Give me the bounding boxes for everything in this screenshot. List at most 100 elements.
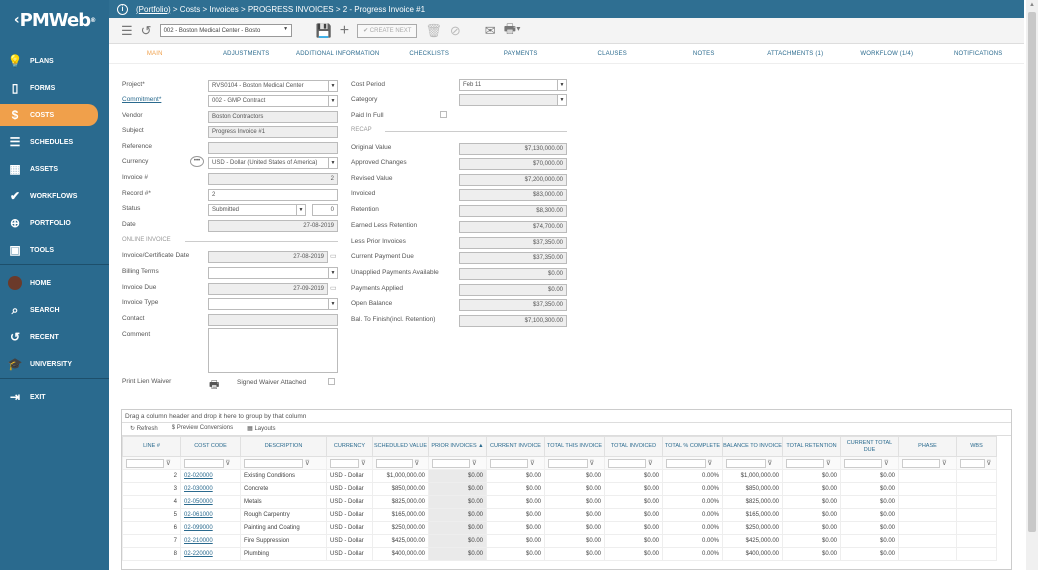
current-payment-due-field[interactable]: $37,350.00 [459, 252, 567, 264]
comment-textarea[interactable] [208, 328, 338, 373]
scroll-up-icon[interactable]: ▲ [1029, 2, 1035, 8]
filter-input[interactable] [902, 458, 941, 468]
column-header[interactable]: PRIOR INVOICES ▲ [428, 436, 487, 457]
filter-icon[interactable]: ⊽ [766, 459, 774, 467]
sidebar-item-recent[interactable]: ↺ RECENT [0, 326, 109, 348]
list-icon[interactable]: ☰ [121, 23, 133, 39]
sidebar-item-search[interactable]: ⌕ SEARCH [0, 299, 109, 321]
contact-field[interactable] [208, 314, 338, 326]
sidebar-item-forms[interactable]: ▯ FORMS [0, 77, 109, 99]
subject-field[interactable]: Progress Invoice #1 [208, 126, 338, 138]
table-cell[interactable]: 02-210000 [180, 534, 241, 548]
tab-notifications[interactable]: NOTIFICATIONS [933, 51, 1025, 57]
refresh-button[interactable]: ↻ Refresh [130, 425, 158, 433]
filter-icon[interactable]: ⊽ [470, 459, 478, 467]
signed-waiver-checkbox[interactable] [328, 378, 335, 385]
history-icon[interactable]: ↺ [141, 23, 152, 39]
column-header[interactable]: WBS [956, 436, 997, 457]
filter-input[interactable] [548, 458, 588, 468]
table-cell[interactable]: 02-099000 [180, 521, 241, 535]
info-icon[interactable]: i [117, 3, 128, 15]
column-header[interactable]: TOTAL % COMPLETE [662, 436, 723, 457]
paid-in-full-checkbox[interactable] [440, 111, 447, 118]
filter-input[interactable] [432, 458, 471, 468]
filter-icon[interactable]: ⊽ [413, 459, 421, 467]
payments-applied-field[interactable]: $0.00 [459, 284, 567, 296]
original-value-field[interactable]: $7,130,000.00 [459, 143, 567, 155]
tab-checklists[interactable]: CHECKLISTS [384, 51, 476, 57]
unapplied-payments-field[interactable]: $0.00 [459, 268, 567, 280]
filter-input[interactable] [330, 458, 360, 468]
email-icon[interactable]: ✉ [485, 23, 496, 39]
sidebar-item-plans[interactable]: 💡 PLANS [0, 50, 109, 72]
filter-input[interactable] [244, 458, 304, 468]
sidebar-item-home[interactable]: HOME [0, 272, 109, 294]
tab-attachments-1[interactable]: ATTACHMENTS (1) [750, 51, 842, 57]
revised-value-field[interactable]: $7,200,000.00 [459, 174, 567, 186]
tab-additional-information[interactable]: ADDITIONAL INFORMATION [292, 51, 384, 57]
filter-icon[interactable]: ⊽ [940, 459, 948, 467]
tab-main[interactable]: MAIN [109, 51, 201, 57]
tab-notes[interactable]: NOTES [658, 51, 750, 57]
reference-field[interactable] [208, 142, 338, 154]
filter-input[interactable] [666, 458, 706, 468]
filter-icon[interactable]: ⊽ [882, 459, 890, 467]
tab-payments[interactable]: PAYMENTS [475, 51, 567, 57]
balance-to-finish-field[interactable]: $7,100,300.00 [459, 315, 567, 327]
filter-input[interactable] [844, 458, 883, 468]
preview-conversions-button[interactable]: $ Preview Conversions [172, 425, 233, 433]
filter-input[interactable] [376, 458, 413, 468]
filter-icon[interactable]: ⊽ [528, 459, 536, 467]
earned-less-retention-field[interactable]: $74,700.00 [459, 221, 567, 233]
filter-icon[interactable]: ⊽ [588, 459, 596, 467]
create-next-button[interactable]: ✔ CREATE NEXT [357, 23, 418, 38]
table-cell[interactable]: 02-020000 [180, 469, 241, 483]
sidebar-item-university[interactable]: 🎓 UNIVERSITY [0, 353, 109, 375]
page-scrollbar[interactable]: ▲ [1026, 0, 1038, 570]
filter-input[interactable] [960, 458, 985, 468]
approved-changes-field[interactable]: $70,000.00 [459, 158, 567, 170]
sidebar-item-schedules[interactable]: ☰ SCHEDULES [0, 131, 109, 153]
column-header[interactable]: CURRENCY [326, 436, 373, 457]
delete-icon[interactable]: 🗑 [425, 23, 442, 39]
cost-period-select[interactable]: Feb 11 ▼ [459, 79, 567, 91]
filter-icon[interactable]: ⊽ [646, 459, 654, 467]
commitment-label[interactable]: Commitment* [122, 96, 161, 103]
cancel-icon[interactable]: ⊘ [450, 23, 461, 39]
filter-icon[interactable]: ⊽ [303, 459, 311, 467]
column-header[interactable]: TOTAL RETENTION [782, 436, 841, 457]
invoice-no-field[interactable]: 2 [208, 173, 338, 185]
currency-field[interactable]: USD - Dollar (United States of America) ▼ [208, 157, 338, 169]
filter-input[interactable] [126, 458, 165, 468]
less-prior-invoices-field[interactable]: $37,350.00 [459, 237, 567, 249]
column-header[interactable]: PHASE [898, 436, 957, 457]
filter-input[interactable] [786, 458, 825, 468]
record-select[interactable]: 002 - Boston Medical Center - Bosto ▼ [159, 24, 292, 37]
commitment-field[interactable]: 002 - GMP Contract ▼ [208, 95, 338, 107]
date-field[interactable]: 27-08-2019 [208, 220, 338, 232]
billing-terms-select[interactable]: ▼ [208, 267, 338, 279]
record-no-field[interactable]: 2 [208, 189, 338, 201]
portfolio-link[interactable]: (Portfolio) [136, 5, 171, 14]
status-number[interactable]: 0 [312, 204, 338, 216]
status-select[interactable]: Submitted ▼ [208, 204, 306, 216]
retention-field[interactable]: $8,300.00 [459, 205, 567, 217]
save-icon[interactable]: 💾 [316, 23, 332, 39]
group-drop-area[interactable]: Drag a column header and drop it here to… [122, 410, 1011, 423]
table-row[interactable]: 2 02-020000 Existing Conditions USD - Dolla… [122, 469, 997, 483]
column-header[interactable]: SCHEDULED VALUE [372, 436, 429, 457]
vendor-field[interactable]: Boston Contractors [208, 111, 338, 123]
project-field[interactable]: RVS0104 - Boston Medical Center ▼ [208, 80, 338, 92]
filter-icon[interactable]: ⊽ [985, 459, 993, 467]
add-icon[interactable]: + [340, 22, 349, 40]
sidebar-item-assets[interactable]: ▦ ASSETS [0, 158, 109, 180]
table-cell[interactable]: 02-050000 [180, 495, 241, 509]
table-row[interactable]: 6 02-099000 Painting and Coating USD - Doll… [122, 521, 997, 535]
scroll-thumb[interactable] [1028, 12, 1036, 532]
table-cell[interactable]: 02-030000 [180, 482, 241, 496]
invoice-due-field[interactable]: 27-09-2019 [208, 283, 328, 295]
filter-icon[interactable]: ⊽ [164, 459, 172, 467]
column-header[interactable]: BALANCE TO INVOICE [722, 436, 783, 457]
invoice-type-select[interactable]: ▼ [208, 298, 338, 310]
sidebar-item-tools[interactable]: ▣ TOOLS [0, 239, 109, 261]
